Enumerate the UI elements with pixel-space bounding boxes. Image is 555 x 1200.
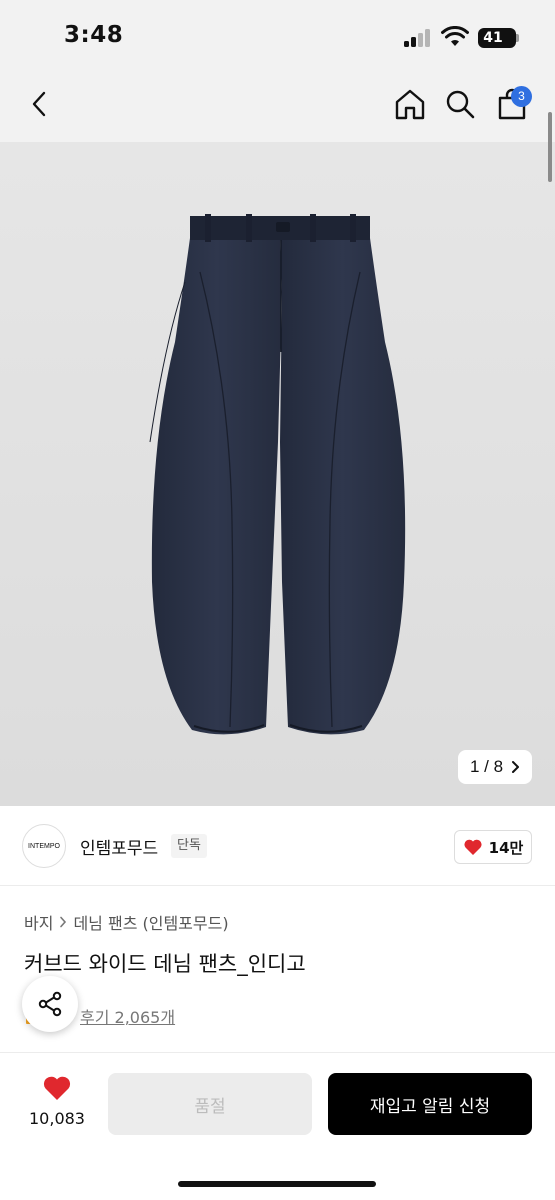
breadcrumb: 바지 데님 팬츠 (인템포무드): [24, 910, 229, 934]
product-title: 커브드 와이드 데님 팬츠_인디고: [24, 952, 306, 976]
back-button[interactable]: [20, 84, 60, 124]
soldout-button[interactable]: 품절: [108, 1073, 312, 1135]
home-icon: [395, 89, 425, 120]
chevron-right-icon: [60, 916, 67, 928]
chevron-left-icon: [32, 91, 46, 117]
search-button[interactable]: [440, 84, 480, 124]
breadcrumb-category[interactable]: 바지: [24, 910, 53, 934]
product-image-gallery[interactable]: 1 / 8: [0, 142, 555, 806]
home-button[interactable]: [390, 84, 430, 124]
status-time: 3:48: [64, 22, 124, 48]
product-image: [149, 214, 406, 735]
brand-like-button[interactable]: 14만: [454, 830, 532, 864]
wishlist-count: 10,083: [29, 1109, 85, 1128]
battery-level: 41: [483, 30, 503, 46]
status-bar: 3:48 41: [0, 0, 555, 68]
battery-cap: [516, 34, 519, 42]
home-indicator: [178, 1181, 376, 1187]
bottom-action-bar: 10,083 품절 재입고 알림 신청: [0, 1052, 555, 1200]
breadcrumb-subcategory[interactable]: 데님 팬츠 (인템포무드): [73, 910, 228, 934]
heart-icon: [43, 1076, 71, 1100]
cart-count-badge: 3: [511, 86, 532, 107]
image-counter[interactable]: 1 / 8: [458, 750, 532, 784]
wifi-icon: [441, 26, 469, 46]
share-button[interactable]: [22, 976, 78, 1032]
scrollbar[interactable]: [548, 112, 552, 182]
brand-logo-text: INTEMPO: [28, 842, 60, 850]
brand-row: INTEMPO 인템포무드 단독 14만: [0, 806, 555, 886]
share-icon: [38, 991, 62, 1017]
heart-icon: [464, 839, 482, 855]
review-count-link[interactable]: 후기 2,065개: [80, 1004, 175, 1028]
brand-like-count: 14만: [488, 838, 524, 857]
top-nav: [0, 68, 555, 142]
brand-logo[interactable]: INTEMPO: [22, 824, 66, 868]
image-counter-label: 1 / 8: [469, 757, 504, 776]
wishlist-button[interactable]: 10,083: [22, 1075, 92, 1128]
battery-icon: 41: [478, 28, 516, 48]
restock-alert-button[interactable]: 재입고 알림 신청: [328, 1073, 532, 1135]
search-icon: [446, 90, 475, 119]
exclusive-badge: 단독: [171, 834, 207, 858]
signal-icon: [404, 29, 434, 47]
chevron-right-icon: [512, 761, 520, 773]
brand-name[interactable]: 인템포무드: [80, 834, 158, 859]
